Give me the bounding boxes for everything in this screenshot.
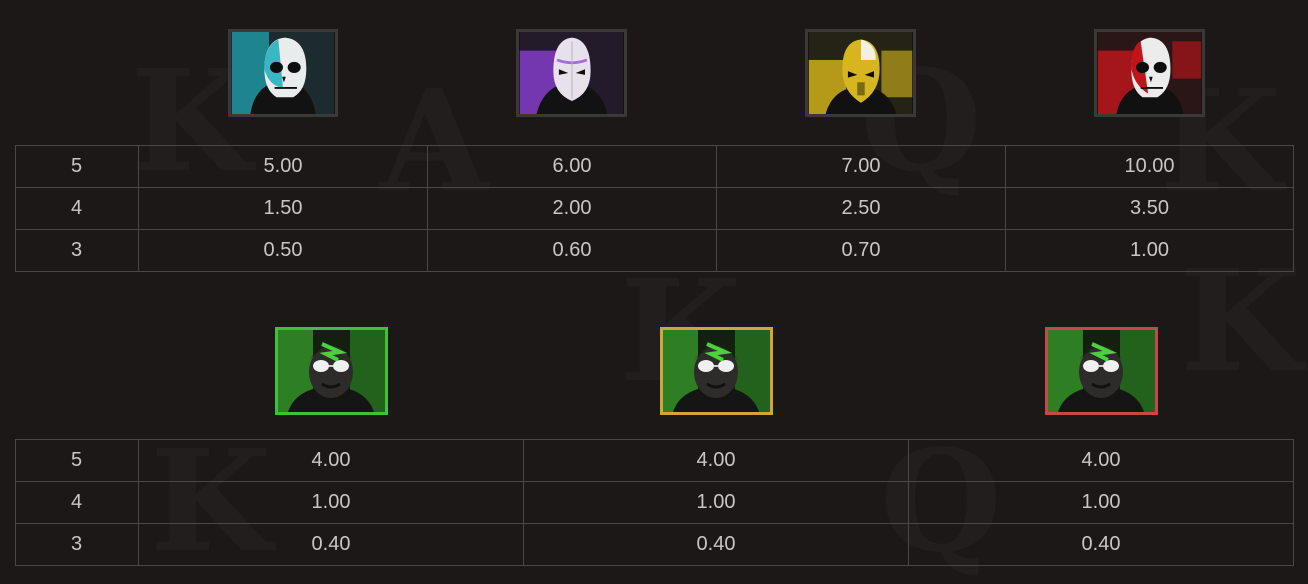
payout-value: 0.70 — [716, 229, 1006, 272]
symbol-count: 5 — [15, 145, 139, 188]
yellow-mask-icon — [805, 29, 916, 117]
payout-value: 2.50 — [716, 187, 1006, 230]
table-row: 3 0.40 0.40 0.40 — [15, 523, 1294, 566]
payout-value: 4.00 — [138, 439, 524, 482]
payout-value: 1.00 — [908, 481, 1294, 524]
symbol-count: 4 — [15, 481, 139, 524]
payout-value: 0.50 — [138, 229, 428, 272]
table-row: 5 4.00 4.00 4.00 — [15, 439, 1294, 482]
table-row: 4 1.00 1.00 1.00 — [15, 481, 1294, 524]
boss-paytable: 5 4.00 4.00 4.00 4 1.00 1.00 1.00 3 0.40… — [15, 439, 1294, 566]
payout-value: 1.50 — [138, 187, 428, 230]
boss-green-frame-icon — [275, 327, 388, 415]
payout-value: 3.50 — [1005, 187, 1294, 230]
payout-value: 4.00 — [523, 439, 909, 482]
payout-value: 1.00 — [523, 481, 909, 524]
symbol-count: 3 — [15, 523, 139, 566]
cyan-skull-mask-icon — [228, 29, 338, 117]
red-skull-mask-icon — [1094, 29, 1205, 117]
symbol-count: 5 — [15, 439, 139, 482]
boss-gold-frame-icon — [660, 327, 773, 415]
table-row: 5 5.00 6.00 7.00 10.00 — [15, 145, 1294, 188]
symbol-count: 4 — [15, 187, 139, 230]
mask-paytable: 5 5.00 6.00 7.00 10.00 4 1.50 2.00 2.50 … — [15, 145, 1294, 272]
purple-mask-icon — [516, 29, 627, 117]
payout-value: 0.60 — [427, 229, 717, 272]
payout-value: 1.00 — [138, 481, 524, 524]
payout-value: 5.00 — [138, 145, 428, 188]
payout-value: 4.00 — [908, 439, 1294, 482]
payout-value: 2.00 — [427, 187, 717, 230]
table-row: 4 1.50 2.00 2.50 3.50 — [15, 187, 1294, 230]
payout-value: 0.40 — [523, 523, 909, 566]
payout-value: 1.00 — [1005, 229, 1294, 272]
table-row: 3 0.50 0.60 0.70 1.00 — [15, 229, 1294, 272]
symbol-count: 3 — [15, 229, 139, 272]
payout-value: 0.40 — [908, 523, 1294, 566]
payout-value: 6.00 — [427, 145, 717, 188]
payout-value: 10.00 — [1005, 145, 1294, 188]
payout-value: 0.40 — [138, 523, 524, 566]
payout-value: 7.00 — [716, 145, 1006, 188]
boss-red-frame-icon — [1045, 327, 1158, 415]
